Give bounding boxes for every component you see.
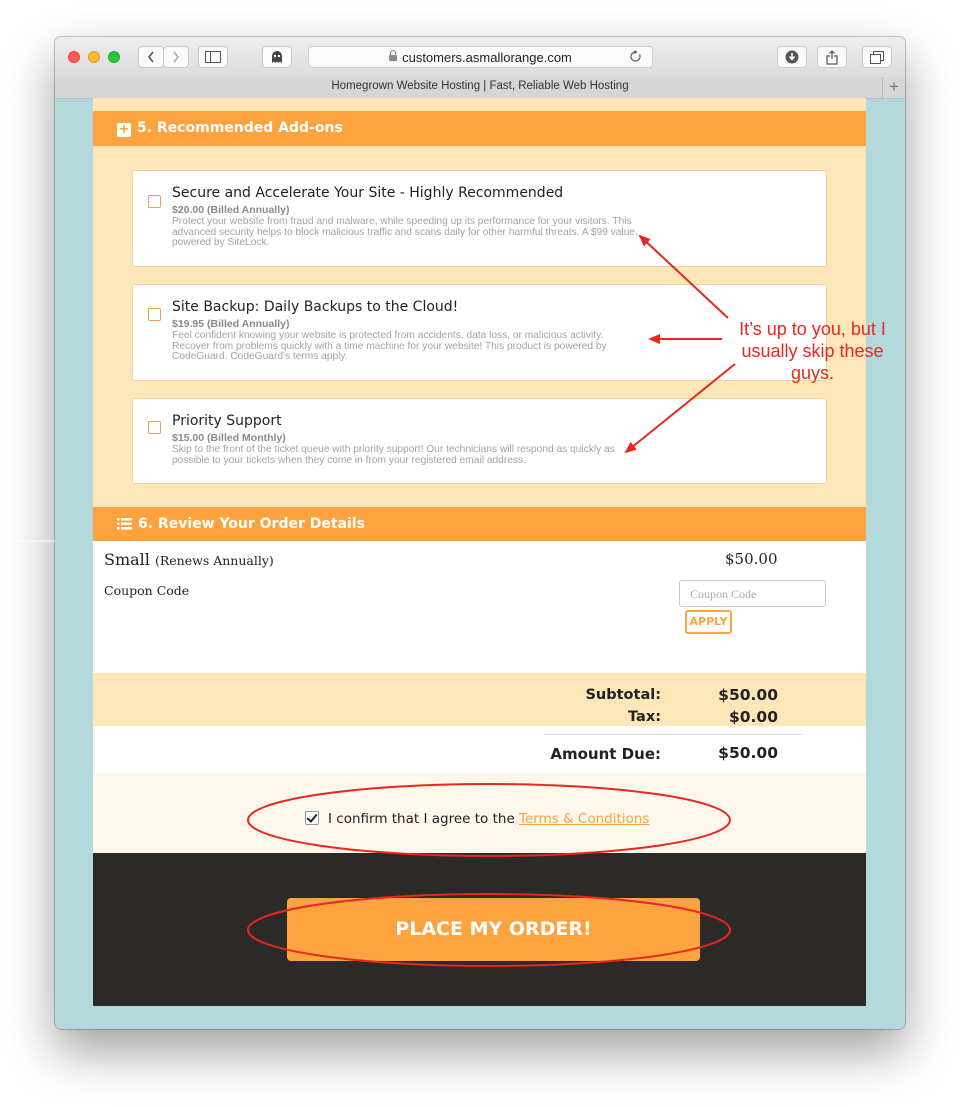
order-button-circle-annotation (247, 893, 731, 967)
arrow-to-security (638, 234, 729, 319)
arrow-to-support (624, 363, 736, 454)
terms-circle-annotation (247, 783, 731, 857)
annotation-overlay (0, 234, 736, 967)
